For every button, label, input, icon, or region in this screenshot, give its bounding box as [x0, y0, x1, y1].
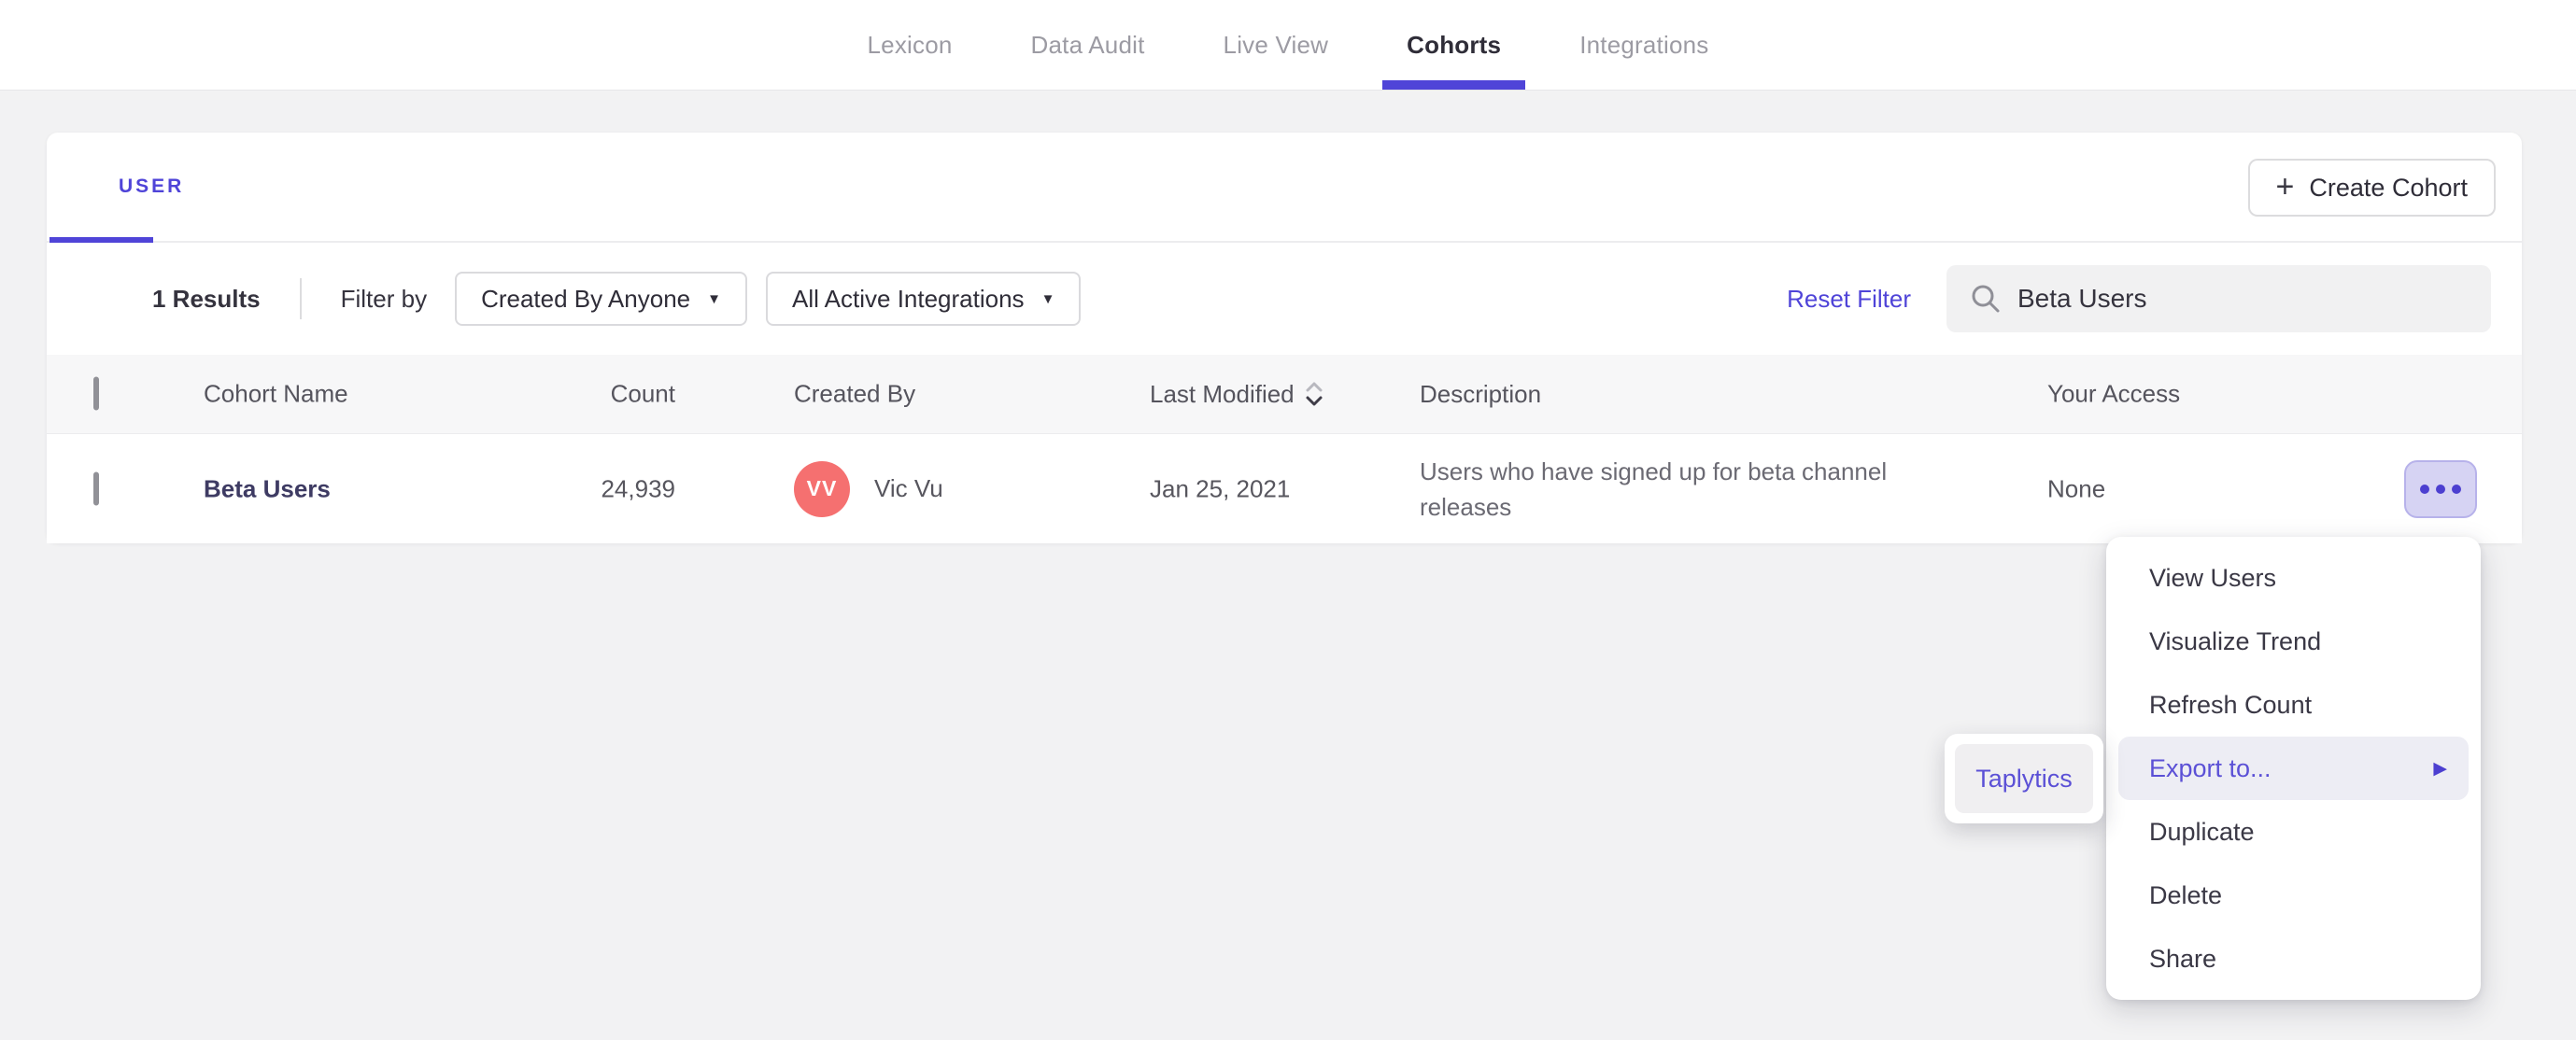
- header-description[interactable]: Description: [1420, 376, 1943, 412]
- your-access-cell: None: [2047, 474, 2106, 502]
- context-menu: View Users Visualize Trend Refresh Count…: [2106, 537, 2481, 1000]
- cohort-name-link[interactable]: Beta Users: [204, 474, 331, 503]
- search-box[interactable]: [1946, 265, 2491, 332]
- integrations-dropdown[interactable]: All Active Integrations ▼: [765, 272, 1082, 326]
- ellipsis-icon: [2436, 484, 2445, 494]
- ellipsis-icon: [2420, 484, 2429, 494]
- sort-icon: [1306, 382, 1323, 406]
- tab-user[interactable]: USER: [119, 176, 184, 198]
- export-submenu: Taplytics: [1945, 734, 2103, 823]
- nav-tab-cohorts[interactable]: Cohorts: [1382, 0, 1526, 90]
- header-your-access[interactable]: Your Access: [2047, 380, 2180, 409]
- search-input[interactable]: [2017, 284, 2469, 314]
- submenu-item-taplytics[interactable]: Taplytics: [1955, 744, 2093, 813]
- header-count[interactable]: Count: [467, 380, 675, 409]
- divider: [299, 278, 302, 319]
- menu-item-visualize-trend[interactable]: Visualize Trend: [2106, 610, 2481, 673]
- create-cohort-label: Create Cohort: [2309, 173, 2468, 202]
- top-nav: Lexicon Data Audit Live View Cohorts Int…: [843, 0, 1734, 90]
- nav-tab-data-audit[interactable]: Data Audit: [1007, 0, 1169, 90]
- table-row: Beta Users 24,939 VV Vic Vu Jan 25, 2021…: [47, 434, 2522, 543]
- submenu-arrow-icon: ▶: [2433, 758, 2447, 779]
- row-actions-button[interactable]: [2404, 459, 2477, 518]
- menu-item-delete[interactable]: Delete: [2106, 864, 2481, 927]
- avatar: VV: [794, 460, 850, 517]
- last-modified-cell: Jan 25, 2021: [1150, 474, 1291, 502]
- header-created-by[interactable]: Created By: [794, 380, 915, 409]
- reset-filter-link[interactable]: Reset Filter: [1787, 285, 1911, 314]
- plus-icon: +: [2275, 168, 2295, 204]
- menu-item-export-to-label: Export to...: [2149, 753, 2272, 782]
- row-checkbox[interactable]: [93, 471, 99, 505]
- header-last-modified-label: Last Modified: [1150, 379, 1295, 408]
- results-count: 1 Results: [152, 284, 261, 313]
- filter-bar: 1 Results Filter by Created By Anyone ▼ …: [47, 243, 2522, 355]
- menu-item-view-users[interactable]: View Users: [2106, 546, 2481, 610]
- created-by-cell: VV Vic Vu: [794, 460, 943, 517]
- description-cell: Users who have signed up for beta channe…: [1420, 457, 1888, 521]
- integrations-dropdown-value: All Active Integrations: [791, 284, 1025, 313]
- header-cohort-name[interactable]: Cohort Name: [204, 380, 348, 409]
- menu-item-duplicate[interactable]: Duplicate: [2106, 800, 2481, 864]
- header-checkbox[interactable]: [93, 376, 99, 411]
- menu-item-share[interactable]: Share: [2106, 927, 2481, 991]
- menu-item-refresh-count[interactable]: Refresh Count: [2106, 673, 2481, 737]
- cohort-count: 24,939: [601, 474, 675, 502]
- menu-item-export-to[interactable]: Export to... ▶: [2118, 737, 2469, 800]
- top-bar: Lexicon Data Audit Live View Cohorts Int…: [0, 0, 2576, 91]
- table-header: Cohort Name Count Created By Last Modifi…: [47, 355, 2522, 434]
- nav-tab-lexicon[interactable]: Lexicon: [843, 0, 977, 90]
- header-last-modified[interactable]: Last Modified: [1150, 378, 1324, 410]
- created-by-dropdown-value: Created By Anyone: [481, 284, 691, 313]
- created-by-name: Vic Vu: [874, 474, 943, 502]
- nav-tab-integrations[interactable]: Integrations: [1555, 0, 1733, 90]
- filter-by-label: Filter by: [340, 284, 428, 313]
- chevron-down-icon: ▼: [1040, 290, 1055, 307]
- created-by-dropdown[interactable]: Created By Anyone ▼: [455, 272, 747, 326]
- cohorts-panel: USER + Create Cohort 1 Results Filter by…: [47, 133, 2522, 543]
- create-cohort-button[interactable]: + Create Cohort: [2247, 159, 2496, 217]
- panel-tabs-row: USER + Create Cohort: [47, 133, 2522, 243]
- chevron-down-icon: ▼: [707, 290, 721, 307]
- search-icon: [1972, 285, 2000, 313]
- ellipsis-icon: [2452, 484, 2461, 494]
- nav-tab-live-view[interactable]: Live View: [1199, 0, 1353, 90]
